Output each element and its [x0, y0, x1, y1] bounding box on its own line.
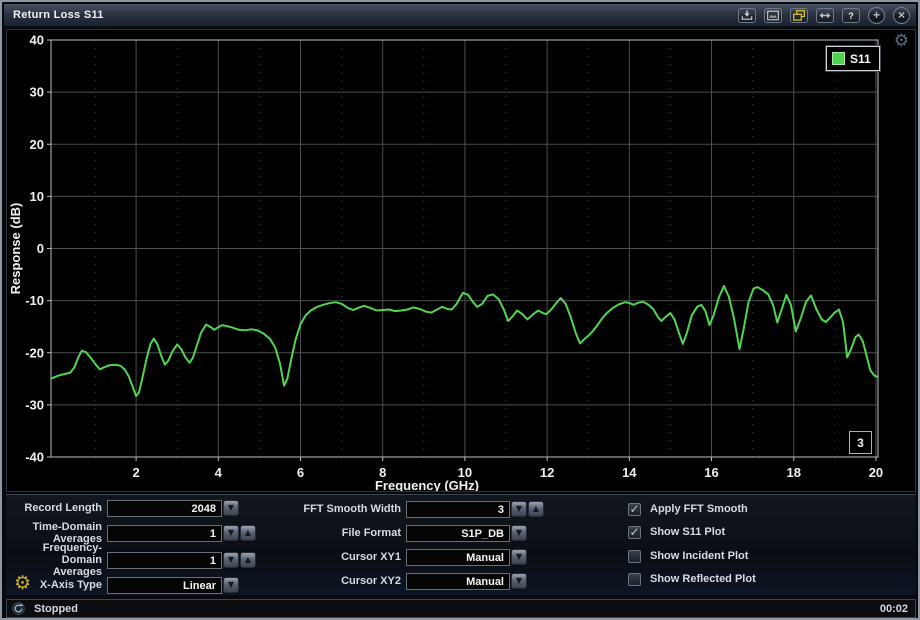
file-format-label: File Format	[246, 520, 401, 546]
svg-text:18: 18	[787, 465, 801, 480]
show-reflected-plot-label: Show Reflected Plot	[650, 573, 756, 586]
show-incident-plot-checkbox[interactable]	[628, 550, 641, 563]
fit-width-icon[interactable]	[816, 8, 834, 23]
cursor-xy2-down-arrow[interactable]: ▼	[511, 573, 527, 589]
snapshot-icon[interactable]	[764, 8, 782, 23]
svg-text:Frequency (GHz): Frequency (GHz)	[375, 478, 479, 491]
show-reflected-plot-checkbox[interactable]	[628, 573, 641, 586]
window-title: Return Loss S11	[4, 9, 104, 21]
x-axis-type-down-arrow[interactable]: ▼	[223, 577, 239, 593]
svg-text:?: ?	[848, 11, 854, 21]
frequency-domain-averages-label: Frequency-Domain Averages	[6, 547, 102, 573]
show-incident-plot-label: Show Incident Plot	[650, 550, 748, 563]
s11-legend-label: S11	[850, 52, 871, 66]
cursor-xy1-label: Cursor XY1	[246, 544, 401, 570]
record-length-label: Record Length	[6, 495, 102, 521]
close-icon[interactable]: ×	[893, 7, 910, 24]
fft-smooth-width-value[interactable]: 3	[406, 501, 510, 518]
cursor-xy2-value[interactable]: Manual	[406, 573, 510, 590]
file-format-value[interactable]: S1P_DB	[406, 525, 510, 542]
svg-text:10: 10	[30, 189, 44, 204]
elapsed-time: 00:02	[880, 603, 915, 615]
cursor-xy1-down-arrow[interactable]: ▼	[511, 549, 527, 565]
show-s11-plot-checkbox[interactable]: ✓	[628, 526, 641, 539]
svg-text:-10: -10	[25, 293, 44, 308]
plot-settings-gear-icon[interactable]: ⚙	[894, 31, 909, 51]
help-icon[interactable]: ?	[842, 8, 860, 23]
svg-text:30: 30	[30, 85, 44, 100]
svg-text:-40: -40	[25, 450, 44, 465]
svg-text:12: 12	[540, 465, 554, 480]
status-bar: Stopped 00:02	[6, 599, 916, 618]
svg-text:2: 2	[132, 465, 139, 480]
cascade-windows-icon[interactable]	[790, 8, 808, 23]
apply-fft-smooth-checkbox[interactable]: ✓	[628, 503, 641, 516]
svg-text:6: 6	[297, 465, 304, 480]
time-domain-averages-down-arrow[interactable]: ▼	[223, 525, 239, 541]
status-text: Stopped	[34, 603, 78, 615]
titlebar-icons: ? + ×	[738, 7, 916, 24]
plot-panel: 2468101214161820403020100-10-20-30-40Fre…	[6, 29, 916, 492]
svg-text:16: 16	[704, 465, 718, 480]
svg-text:20: 20	[30, 137, 44, 152]
record-length-value[interactable]: 2048	[107, 500, 222, 517]
plot-number-badge[interactable]: 3	[849, 431, 872, 454]
x-axis-type-value[interactable]: Linear	[107, 577, 222, 594]
svg-text:0: 0	[37, 241, 44, 256]
apply-fft-smooth-label: Apply FFT Smooth	[650, 503, 748, 516]
svg-text:-30: -30	[25, 397, 44, 412]
frequency-domain-averages-down-arrow[interactable]: ▼	[223, 552, 239, 568]
controls-panel: ⚙ Record Length2048▼Time-Domain Averages…	[6, 494, 916, 595]
record-length-down-arrow[interactable]: ▼	[223, 500, 239, 516]
frequency-domain-averages-value[interactable]: 1	[107, 552, 222, 569]
s11-chart[interactable]: 2468101214161820403020100-10-20-30-40Fre…	[7, 30, 915, 491]
x-axis-type-label: X-Axis Type	[6, 572, 102, 598]
title-bar: Return Loss S11	[4, 4, 916, 27]
cursor-xy1-value[interactable]: Manual	[406, 549, 510, 566]
svg-text:4: 4	[215, 465, 223, 480]
chart-legend[interactable]: S11	[826, 46, 880, 71]
refresh-icon[interactable]	[12, 602, 25, 615]
export-icon[interactable]	[738, 8, 756, 23]
svg-text:20: 20	[869, 465, 883, 480]
fft-smooth-width-label: FFT Smooth Width	[246, 496, 401, 522]
s11-legend-swatch	[832, 52, 845, 65]
add-plot-icon[interactable]: +	[868, 7, 885, 24]
file-format-down-arrow[interactable]: ▼	[511, 525, 527, 541]
svg-text:40: 40	[30, 33, 44, 48]
fft-smooth-width-up-arrow[interactable]: ▲	[528, 501, 544, 517]
svg-text:-20: -20	[25, 345, 44, 360]
time-domain-averages-value[interactable]: 1	[107, 525, 222, 542]
fft-smooth-width-down-arrow[interactable]: ▼	[511, 501, 527, 517]
show-s11-plot-label: Show S11 Plot	[650, 526, 725, 539]
cursor-xy2-label: Cursor XY2	[246, 568, 401, 594]
svg-text:Response (dB): Response (dB)	[8, 203, 23, 295]
app-window: Return Loss S11	[0, 0, 920, 620]
svg-text:14: 14	[622, 465, 637, 480]
